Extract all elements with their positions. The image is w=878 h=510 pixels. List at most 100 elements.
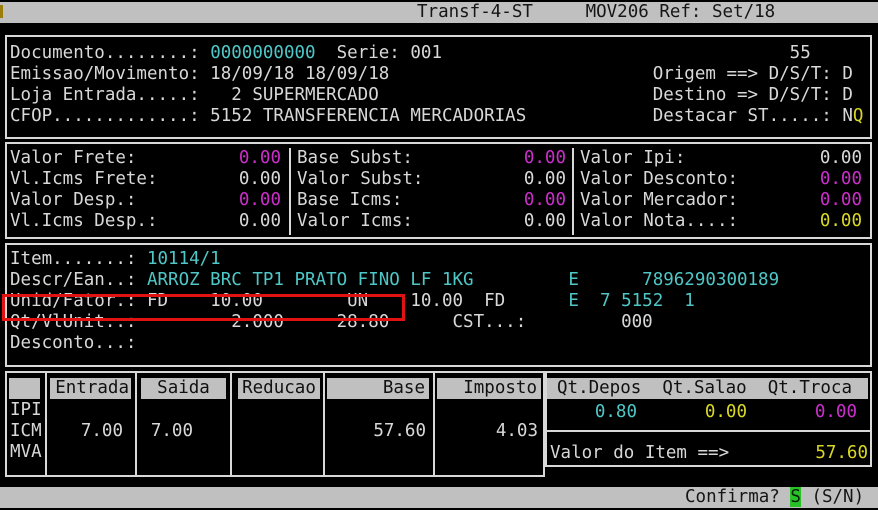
confirm-answer-field[interactable]: S	[790, 487, 801, 507]
field-label: Vl.Icms Desp.:	[10, 211, 158, 232]
column-header-base: Base	[327, 378, 429, 399]
qt-troca-value: 0.00	[767, 402, 857, 423]
icm-base-value: 57.60	[327, 421, 426, 442]
store-entry-row: Loja Entrada.....: 2 SUPERMERCADO Destin…	[10, 85, 870, 106]
column-header-saida: Saida	[141, 378, 226, 399]
field-value: 0.00	[239, 211, 281, 232]
title-bar: Transf-4-ST MOV206 Ref: Set/18	[0, 2, 878, 23]
document-section: Documento........: 0000000000 Serie: 001…	[5, 35, 872, 139]
field-value: 0.00	[239, 148, 281, 169]
value-row: Valor Frete: 0.00	[7, 148, 289, 169]
item-description-value: ARROZ BRC TP1 PRATO FINO LF 1KG E 789629…	[147, 270, 779, 290]
qty-unitvalue-row: Qt/VlUnit..: 2.000 28.80 CST...: 000	[10, 312, 870, 333]
item-description-label: Descr/Ean..:	[10, 270, 147, 290]
emission-movement-row: Emissao/Movimento: 18/09/18 18/09/18 Ori…	[10, 64, 870, 85]
window-title: Transf-4-ST MOV206 Ref: Set/18	[417, 2, 775, 23]
confirm-options-label: (S/N)	[801, 487, 864, 507]
item-code-value: 10114/1	[147, 249, 221, 269]
icm-saida-value: 7.00	[141, 421, 193, 442]
table-divider	[433, 373, 435, 475]
field-label: Base Subst:	[297, 148, 413, 169]
document-number-value: 0000000000	[210, 43, 315, 63]
table-divider	[45, 373, 47, 475]
item-total-label: Valor do Item ==>	[550, 443, 729, 464]
values-column-frete: Valor Frete: 0.00 Vl.Icms Frete: 0.00 Valo…	[7, 148, 289, 235]
status-bar: Confirma? S (S/N)	[0, 487, 878, 508]
destacar-st-q: Q	[853, 106, 864, 126]
item-code-row: Item.......: 10114/1	[10, 249, 870, 270]
values-section: Valor Frete: 0.00 Vl.Icms Frete: 0.00 Valo…	[5, 142, 872, 239]
field-label: Valor Desp.:	[10, 190, 136, 211]
field-label: Valor Icms:	[297, 211, 413, 232]
field-value: 0.00	[239, 169, 281, 190]
field-label: Valor Nota....:	[580, 211, 738, 232]
value-row: Vl.Icms Desp.: 0.00	[7, 211, 289, 232]
terminal-screen: Transf-4-ST MOV206 Ref: Set/18 Documento…	[0, 0, 878, 510]
field-value: 0.00	[524, 148, 566, 169]
confirm-prompt-label: Confirma?	[685, 487, 790, 507]
field-label: Valor Ipi:	[580, 148, 685, 169]
field-value: 0.00	[524, 169, 566, 190]
store-entry-text: Loja Entrada.....: 2 SUPERMERCADO Destin…	[10, 85, 853, 105]
column-header-imposto: Imposto	[437, 378, 541, 399]
tax-row-labels: IPI ICM MVA	[10, 400, 42, 463]
value-row: Vl.Icms Frete: 0.00	[7, 169, 289, 190]
unit-factor-row: Unid/Fator.: FD 10.00 UN 10.00 FD E 7 51…	[10, 291, 870, 312]
value-row: Valor Mercador: 0.00	[574, 190, 870, 211]
qty-unitvalue-text: Qt/VlUnit..: 2.000 28.80 CST...: 000	[10, 312, 653, 332]
cfop-text: CFOP.............: 5152 TRANSFERENCIA ME…	[10, 106, 842, 126]
serie-and-code: Serie: 001 55	[316, 43, 811, 63]
unit-factor-values: Unid/Fator.: FD 10.00 UN 10.00 FD	[10, 291, 505, 311]
field-label: Vl.Icms Frete:	[10, 169, 158, 190]
field-label: Valor Desconto:	[580, 169, 738, 190]
values-column-ipi-nota: Valor Ipi: 0.00 Valor Desconto: 0.00 Valor…	[572, 148, 870, 235]
column-header-blank	[9, 378, 40, 399]
field-label: Base Icms:	[297, 190, 402, 211]
field-value: 0.00	[524, 190, 566, 211]
cfop-row: CFOP.............: 5152 TRANSFERENCIA ME…	[10, 106, 870, 127]
value-row: Valor Desp.: 0.00	[7, 190, 289, 211]
value-row: Base Subst: 0.00	[291, 148, 574, 169]
cursor-artifact-icon	[0, 5, 3, 18]
destacar-st-n: N	[842, 106, 853, 126]
discount-row: Desconto...:	[10, 333, 870, 354]
field-value: 0.00	[820, 190, 862, 211]
icm-entrada-value: 7.00	[50, 421, 123, 442]
confirm-prompt-row: Confirma? S (S/N)	[685, 487, 864, 508]
value-row: Valor Nota....: 0.00	[574, 211, 870, 232]
field-value: 0.00	[820, 169, 862, 190]
table-divider	[323, 373, 325, 475]
field-value: 0.00	[524, 211, 566, 232]
item-code-label: Item.......:	[10, 249, 147, 269]
icm-imposto-value: 4.03	[437, 421, 538, 442]
table-divider	[230, 373, 232, 475]
quantities-header: Qt.Depos Qt.Salao Qt.Troca	[547, 378, 868, 399]
field-value: 0.00	[239, 190, 281, 211]
item-section: Item.......: 10114/1 Descr/Ean..: ARROZ …	[5, 243, 872, 367]
value-row: Valor Ipi: 0.00	[574, 148, 870, 169]
item-description-row: Descr/Ean..: ARROZ BRC TP1 PRATO FINO LF…	[10, 270, 870, 291]
column-header-reducao: Reducao	[238, 378, 320, 399]
field-label: Valor Subst:	[297, 169, 423, 190]
unit-factor-extra: E 7 5152 1	[505, 291, 695, 311]
tax-table: Entrada Saida Reducao Base Imposto IPI I…	[5, 371, 545, 477]
value-row: Valor Desconto: 0.00	[574, 169, 870, 190]
qt-depos-value: 0.80	[547, 402, 637, 423]
document-number-label: Documento........:	[10, 43, 210, 63]
table-divider	[135, 373, 137, 475]
document-number-row: Documento........: 0000000000 Serie: 001…	[10, 43, 870, 64]
field-value: 0.00	[820, 211, 862, 232]
value-row: Base Icms: 0.00	[291, 190, 574, 211]
value-row: Valor Icms: 0.00	[291, 211, 574, 232]
column-header-entrada: Entrada	[50, 378, 131, 399]
values-column-subst-icms: Base Subst: 0.00 Valor Subst: 0.00 Base Ic…	[289, 148, 574, 235]
field-value: 0.00	[820, 148, 862, 169]
item-total-value: 57.60	[768, 443, 868, 464]
value-row: Valor Subst: 0.00	[291, 169, 574, 190]
field-label: Valor Frete:	[10, 148, 136, 169]
emission-movement-text: Emissao/Movimento: 18/09/18 18/09/18 Ori…	[10, 64, 853, 84]
qt-salao-value: 0.00	[657, 402, 747, 423]
field-label: Valor Mercador:	[580, 190, 738, 211]
panel-divider	[545, 430, 870, 432]
discount-label: Desconto...:	[10, 333, 136, 353]
